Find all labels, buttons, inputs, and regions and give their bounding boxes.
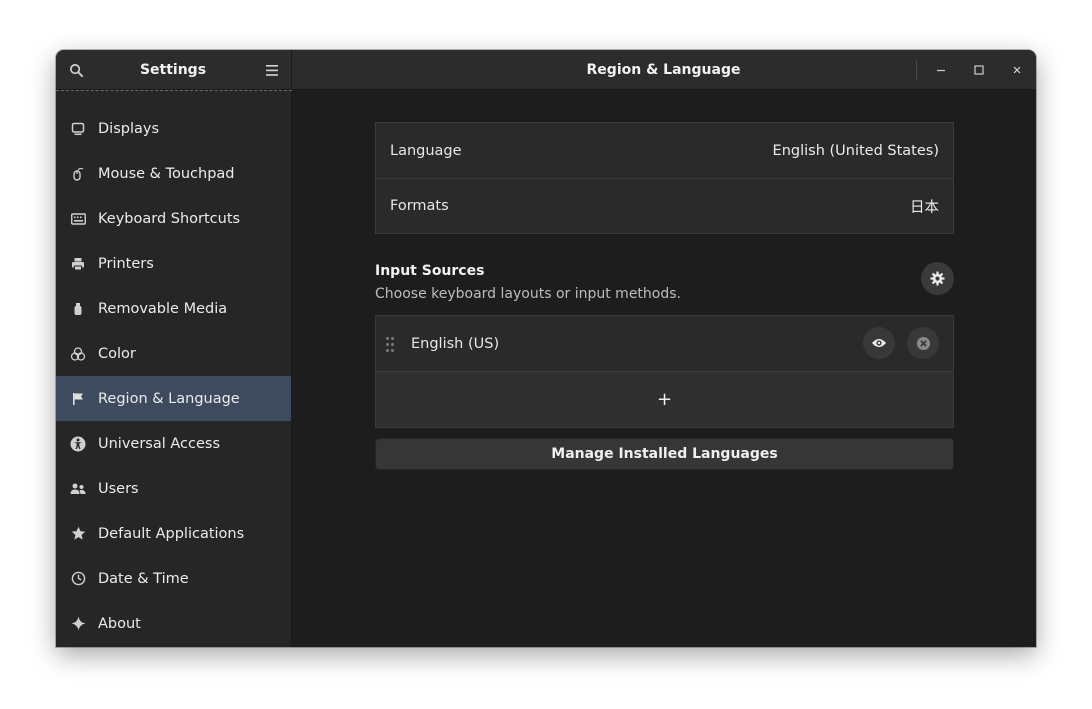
star-icon — [70, 526, 86, 542]
sidebar-item-users[interactable]: Users — [56, 466, 291, 511]
clock-icon — [70, 571, 86, 587]
maximize-button[interactable] — [967, 58, 991, 82]
sidebar: Displays Mouse & Touchpad Keyboard Short… — [56, 90, 292, 647]
sidebar-item-about[interactable]: About — [56, 601, 291, 646]
hamburger-menu-icon — [266, 64, 278, 76]
drag-handle-icon[interactable] — [386, 336, 394, 352]
accessibility-icon — [70, 436, 86, 452]
users-icon — [70, 481, 86, 497]
content-header: Region & Language — [292, 50, 1036, 90]
sidebar-item-mouse-touchpad[interactable]: Mouse & Touchpad — [56, 151, 291, 196]
formats-value: 日本 — [910, 199, 939, 216]
sidebar-item-label: Printers — [98, 255, 154, 272]
sidebar-item-printers[interactable]: Printers — [56, 241, 291, 286]
add-icon: + — [656, 389, 673, 410]
search-button[interactable] — [64, 58, 88, 82]
sidebar-item-label: Default Applications — [98, 525, 245, 542]
sidebar-item-label: Removable Media — [98, 300, 228, 317]
sidebar-item-universal-access[interactable]: Universal Access — [56, 421, 291, 466]
sidebar-item-region-language[interactable]: Region & Language — [56, 376, 291, 421]
eye-icon — [872, 339, 886, 347]
language-label: Language — [390, 142, 462, 159]
show-keyboard-layout-button[interactable] — [863, 327, 895, 359]
sidebar-item-default-applications[interactable]: Default Applications — [56, 511, 291, 556]
sidebar-item-label: Mouse & Touchpad — [98, 165, 235, 182]
sidebar-item-removable-media[interactable]: Removable Media — [56, 286, 291, 331]
sidebar-item-label: Users — [98, 480, 139, 497]
sidebar-item-label: Keyboard Shortcuts — [98, 210, 241, 227]
manage-installed-languages-button[interactable]: Manage Installed Languages — [375, 438, 954, 470]
gear-icon — [930, 271, 945, 286]
input-sources-title: Input Sources — [375, 263, 485, 279]
printer-icon — [70, 256, 86, 272]
settings-window: Settings Region & Language Displays Mous… — [56, 50, 1036, 647]
keyboard-icon — [70, 211, 86, 227]
sidebar-item-keyboard-shortcuts[interactable]: Keyboard Shortcuts — [56, 196, 291, 241]
sidebar-item-date-time[interactable]: Date & Time — [56, 556, 291, 601]
add-input-source-button[interactable]: + — [376, 371, 953, 427]
formats-label: Formats — [390, 198, 449, 214]
sidebar-scroll-edge — [56, 90, 292, 93]
formats-row[interactable]: Formats 日本 — [376, 178, 953, 233]
input-sources-options-button[interactable] — [921, 262, 954, 295]
maximize-icon — [974, 65, 984, 75]
window-controls-separator — [916, 60, 917, 80]
sidebar-header: Settings — [56, 50, 292, 90]
close-icon — [1013, 66, 1021, 74]
flag-icon — [70, 391, 86, 407]
sidebar-item-color[interactable]: Color — [56, 331, 291, 376]
sidebar-item-label: Displays — [98, 120, 160, 137]
input-source-name: English (US) — [411, 335, 500, 352]
menu-button[interactable] — [260, 58, 284, 82]
sidebar-item-label: Color — [98, 345, 136, 362]
minimize-button[interactable] — [929, 58, 953, 82]
main-content: Language English (United States) Formats… — [293, 90, 1036, 647]
region-settings-list: Language English (United States) Formats… — [375, 122, 954, 234]
page-title: Region & Language — [586, 62, 741, 78]
language-row[interactable]: Language English (United States) — [376, 123, 953, 178]
sparkle-icon — [70, 616, 86, 632]
header-bar: Settings Region & Language — [56, 50, 1036, 90]
display-icon — [70, 121, 86, 137]
sidebar-item-label: About — [98, 615, 141, 632]
close-button[interactable] — [1005, 58, 1029, 82]
app-title: Settings — [139, 62, 207, 78]
color-icon — [70, 346, 86, 362]
sidebar-item-displays[interactable]: Displays — [56, 106, 291, 151]
language-value: English (United States) — [772, 142, 939, 159]
input-sources-list: English (US) + — [375, 315, 954, 428]
minimize-icon — [937, 69, 945, 72]
mouse-icon — [70, 166, 86, 182]
input-sources-subtitle: Choose keyboard layouts or input methods… — [375, 286, 681, 302]
remove-input-source-button[interactable] — [907, 327, 939, 359]
sidebar-item-label: Date & Time — [98, 570, 189, 587]
usb-drive-icon — [70, 301, 86, 317]
sidebar-item-label: Universal Access — [98, 435, 221, 452]
remove-icon — [916, 336, 930, 350]
input-source-row[interactable]: English (US) — [376, 316, 953, 371]
search-icon — [69, 63, 83, 77]
sidebar-item-label: Region & Language — [98, 390, 240, 407]
